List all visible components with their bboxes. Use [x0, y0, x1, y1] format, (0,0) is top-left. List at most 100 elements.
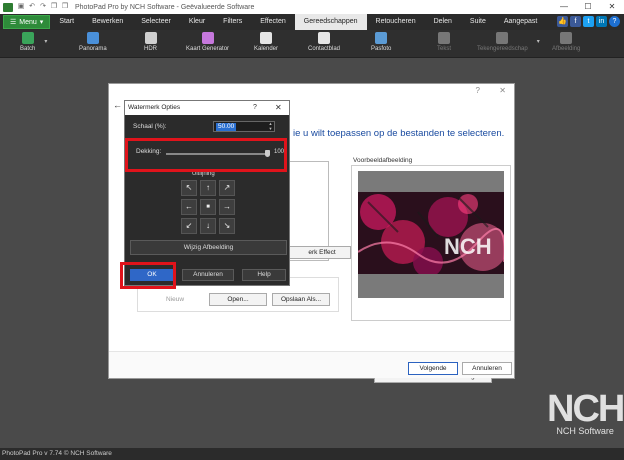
wizard-close-button[interactable]: ✕ [499, 86, 506, 95]
align-center-button[interactable]: ■ [200, 199, 216, 215]
tab-suite[interactable]: Suite [461, 14, 495, 30]
undo-icon[interactable]: ↶ [28, 3, 36, 11]
close-window-button[interactable]: ✕ [600, 0, 624, 14]
tab-filters[interactable]: Filters [214, 14, 251, 30]
align-bottom-right-button[interactable]: ↘ [219, 218, 235, 234]
menu-button[interactable]: ☰ Menu ▾ [3, 15, 51, 29]
tool-drawing: Tekengereedschap ▾ [477, 32, 540, 52]
hdr-icon [144, 32, 157, 44]
change-image-button[interactable]: Wijzig Afbeelding [130, 240, 287, 255]
tool-label: HDR [144, 46, 157, 52]
tool-card-generator[interactable]: Kaart Generator [186, 32, 229, 52]
redo-icon[interactable]: ↷ [39, 3, 47, 11]
tool-label: Tekst [437, 46, 452, 52]
tool-label: Batch [20, 46, 36, 52]
opacity-value: 100 [274, 149, 285, 155]
copy-icon[interactable]: ❐ [50, 3, 58, 11]
wizard-cancel-button[interactable]: Annuleren [462, 362, 512, 375]
facebook-icon[interactable]: f [570, 16, 581, 27]
watermark-cancel-button[interactable]: Annuleren [182, 269, 234, 281]
next-button[interactable]: Volgende [408, 362, 458, 375]
align-right-button[interactable]: → [219, 199, 235, 215]
tool-hdr[interactable]: HDR [144, 32, 157, 52]
wizard-help-button[interactable]: ? [476, 86, 480, 95]
tool-panorama[interactable]: Panorama [79, 32, 107, 52]
passport-photo-icon [375, 32, 388, 44]
tool-contact-sheet[interactable]: Contactblad [308, 32, 340, 52]
hamburger-icon: ☰ [10, 19, 17, 26]
status-bar: PhotoPad Pro v 7.74 © NCH Software [0, 448, 624, 460]
align-top-right-button[interactable]: ↗ [219, 180, 235, 196]
tool-batch[interactable]: Batch ▾ [20, 32, 47, 52]
tool-label: Kaart Generator [186, 46, 230, 52]
like-icon[interactable]: 👍 [557, 16, 568, 27]
scale-input[interactable]: 50.00 ▲ ▼ [213, 121, 275, 132]
contact-sheet-icon [318, 32, 331, 44]
help-icon[interactable]: ? [609, 16, 620, 27]
calendar-icon [260, 32, 273, 44]
preview-image-area: NCH [358, 171, 504, 298]
opacity-slider-thumb[interactable] [265, 150, 270, 157]
tool-passport-photo[interactable]: Pasfoto [371, 32, 391, 52]
scale-spinner-icon[interactable]: ▲ ▼ [268, 121, 273, 131]
tab-aangepast[interactable]: Aangepast [495, 14, 546, 30]
scale-value[interactable]: 50.00 [216, 123, 237, 131]
menu-button-label: Menu [19, 18, 37, 26]
save-icon[interactable]: ▣ [17, 3, 25, 11]
align-bottom-left-button[interactable]: ↙ [181, 218, 197, 234]
new-button: Nieuw [165, 296, 185, 303]
back-arrow-icon[interactable]: ← [113, 100, 122, 110]
align-left-button[interactable]: ← [181, 199, 197, 215]
tool-label: Tekengereedschap [477, 46, 528, 52]
preview-image: NCH [358, 192, 504, 274]
tool-label: Afbeelding [552, 46, 581, 52]
twitter-icon[interactable]: t [583, 16, 594, 27]
watermark-dialog-title: Watermerk Opties [125, 101, 289, 115]
save-as-button[interactable]: Opslaan Als... [272, 293, 330, 306]
preview-panel: NCH Selecteer Voorbeeldafbeelding... [351, 165, 511, 383]
image-icon [560, 32, 573, 44]
tool-image: Afbeelding [552, 32, 580, 52]
watermark-help-button[interactable]: Help [242, 269, 286, 281]
watermark-close-button[interactable]: ✕ [275, 101, 282, 115]
align-top-left-button[interactable]: ↖ [181, 180, 197, 196]
tab-start[interactable]: Start [50, 14, 83, 30]
tab-kleur[interactable]: Kleur [180, 14, 214, 30]
scale-label: Schaal (%): [133, 123, 167, 130]
alignment-grid: ↖ ↑ ↗ ← ■ → ↙ ↓ ↘ [181, 180, 235, 234]
open-button[interactable]: Open... [209, 293, 267, 306]
minimize-button[interactable]: — [552, 0, 576, 14]
ribbon-toolbar: Batch ▾ Panorama HDR Kaart Generator Kal… [0, 30, 624, 58]
align-bottom-button[interactable]: ↓ [200, 218, 216, 234]
quick-access-toolbar: ▣ ↶ ↷ ❐ ❒ [17, 3, 69, 11]
tab-gereedschappen[interactable]: Gereedschappen [294, 14, 367, 30]
chevron-down-icon: ▾ [536, 39, 540, 45]
watermark-help-icon[interactable]: ? [253, 101, 257, 115]
panorama-icon [86, 32, 99, 44]
linkedin-icon[interactable]: in [596, 16, 607, 27]
maximize-button[interactable]: ☐ [576, 0, 600, 14]
app-icon [3, 2, 13, 12]
tab-bewerken[interactable]: Bewerken [83, 14, 132, 30]
nch-logo-mark: NCH [547, 388, 624, 430]
opacity-label: Dekking: [136, 148, 162, 155]
align-top-button[interactable]: ↑ [200, 180, 216, 196]
tool-label: Kalender [254, 46, 279, 52]
tool-label: Panorama [79, 46, 107, 52]
tab-selecteer[interactable]: Selecteer [132, 14, 180, 30]
add-effect-button[interactable]: erk Effect [289, 246, 351, 259]
watermark-preview-text: NCH [444, 234, 492, 259]
wizard-heading: ie u wilt toepassen op de bestanden te s… [293, 128, 505, 139]
tab-delen[interactable]: Delen [425, 14, 461, 30]
paste-icon[interactable]: ❒ [61, 3, 69, 11]
ok-button[interactable]: OK [130, 269, 174, 281]
tab-retoucheren[interactable]: Retoucheren [367, 14, 425, 30]
chevron-down-icon[interactable]: ▾ [44, 38, 47, 45]
text-icon [438, 32, 450, 44]
tab-effecten[interactable]: Effecten [251, 14, 295, 30]
tool-calendar[interactable]: Kalender [254, 32, 278, 52]
opacity-slider-track[interactable] [166, 153, 270, 155]
watermark-options-dialog: Watermerk Opties ? ✕ Schaal (%): 50.00 ▲… [124, 100, 290, 286]
social-links: 👍 f t in ? [557, 16, 620, 27]
tool-label: Contactblad [308, 46, 341, 52]
